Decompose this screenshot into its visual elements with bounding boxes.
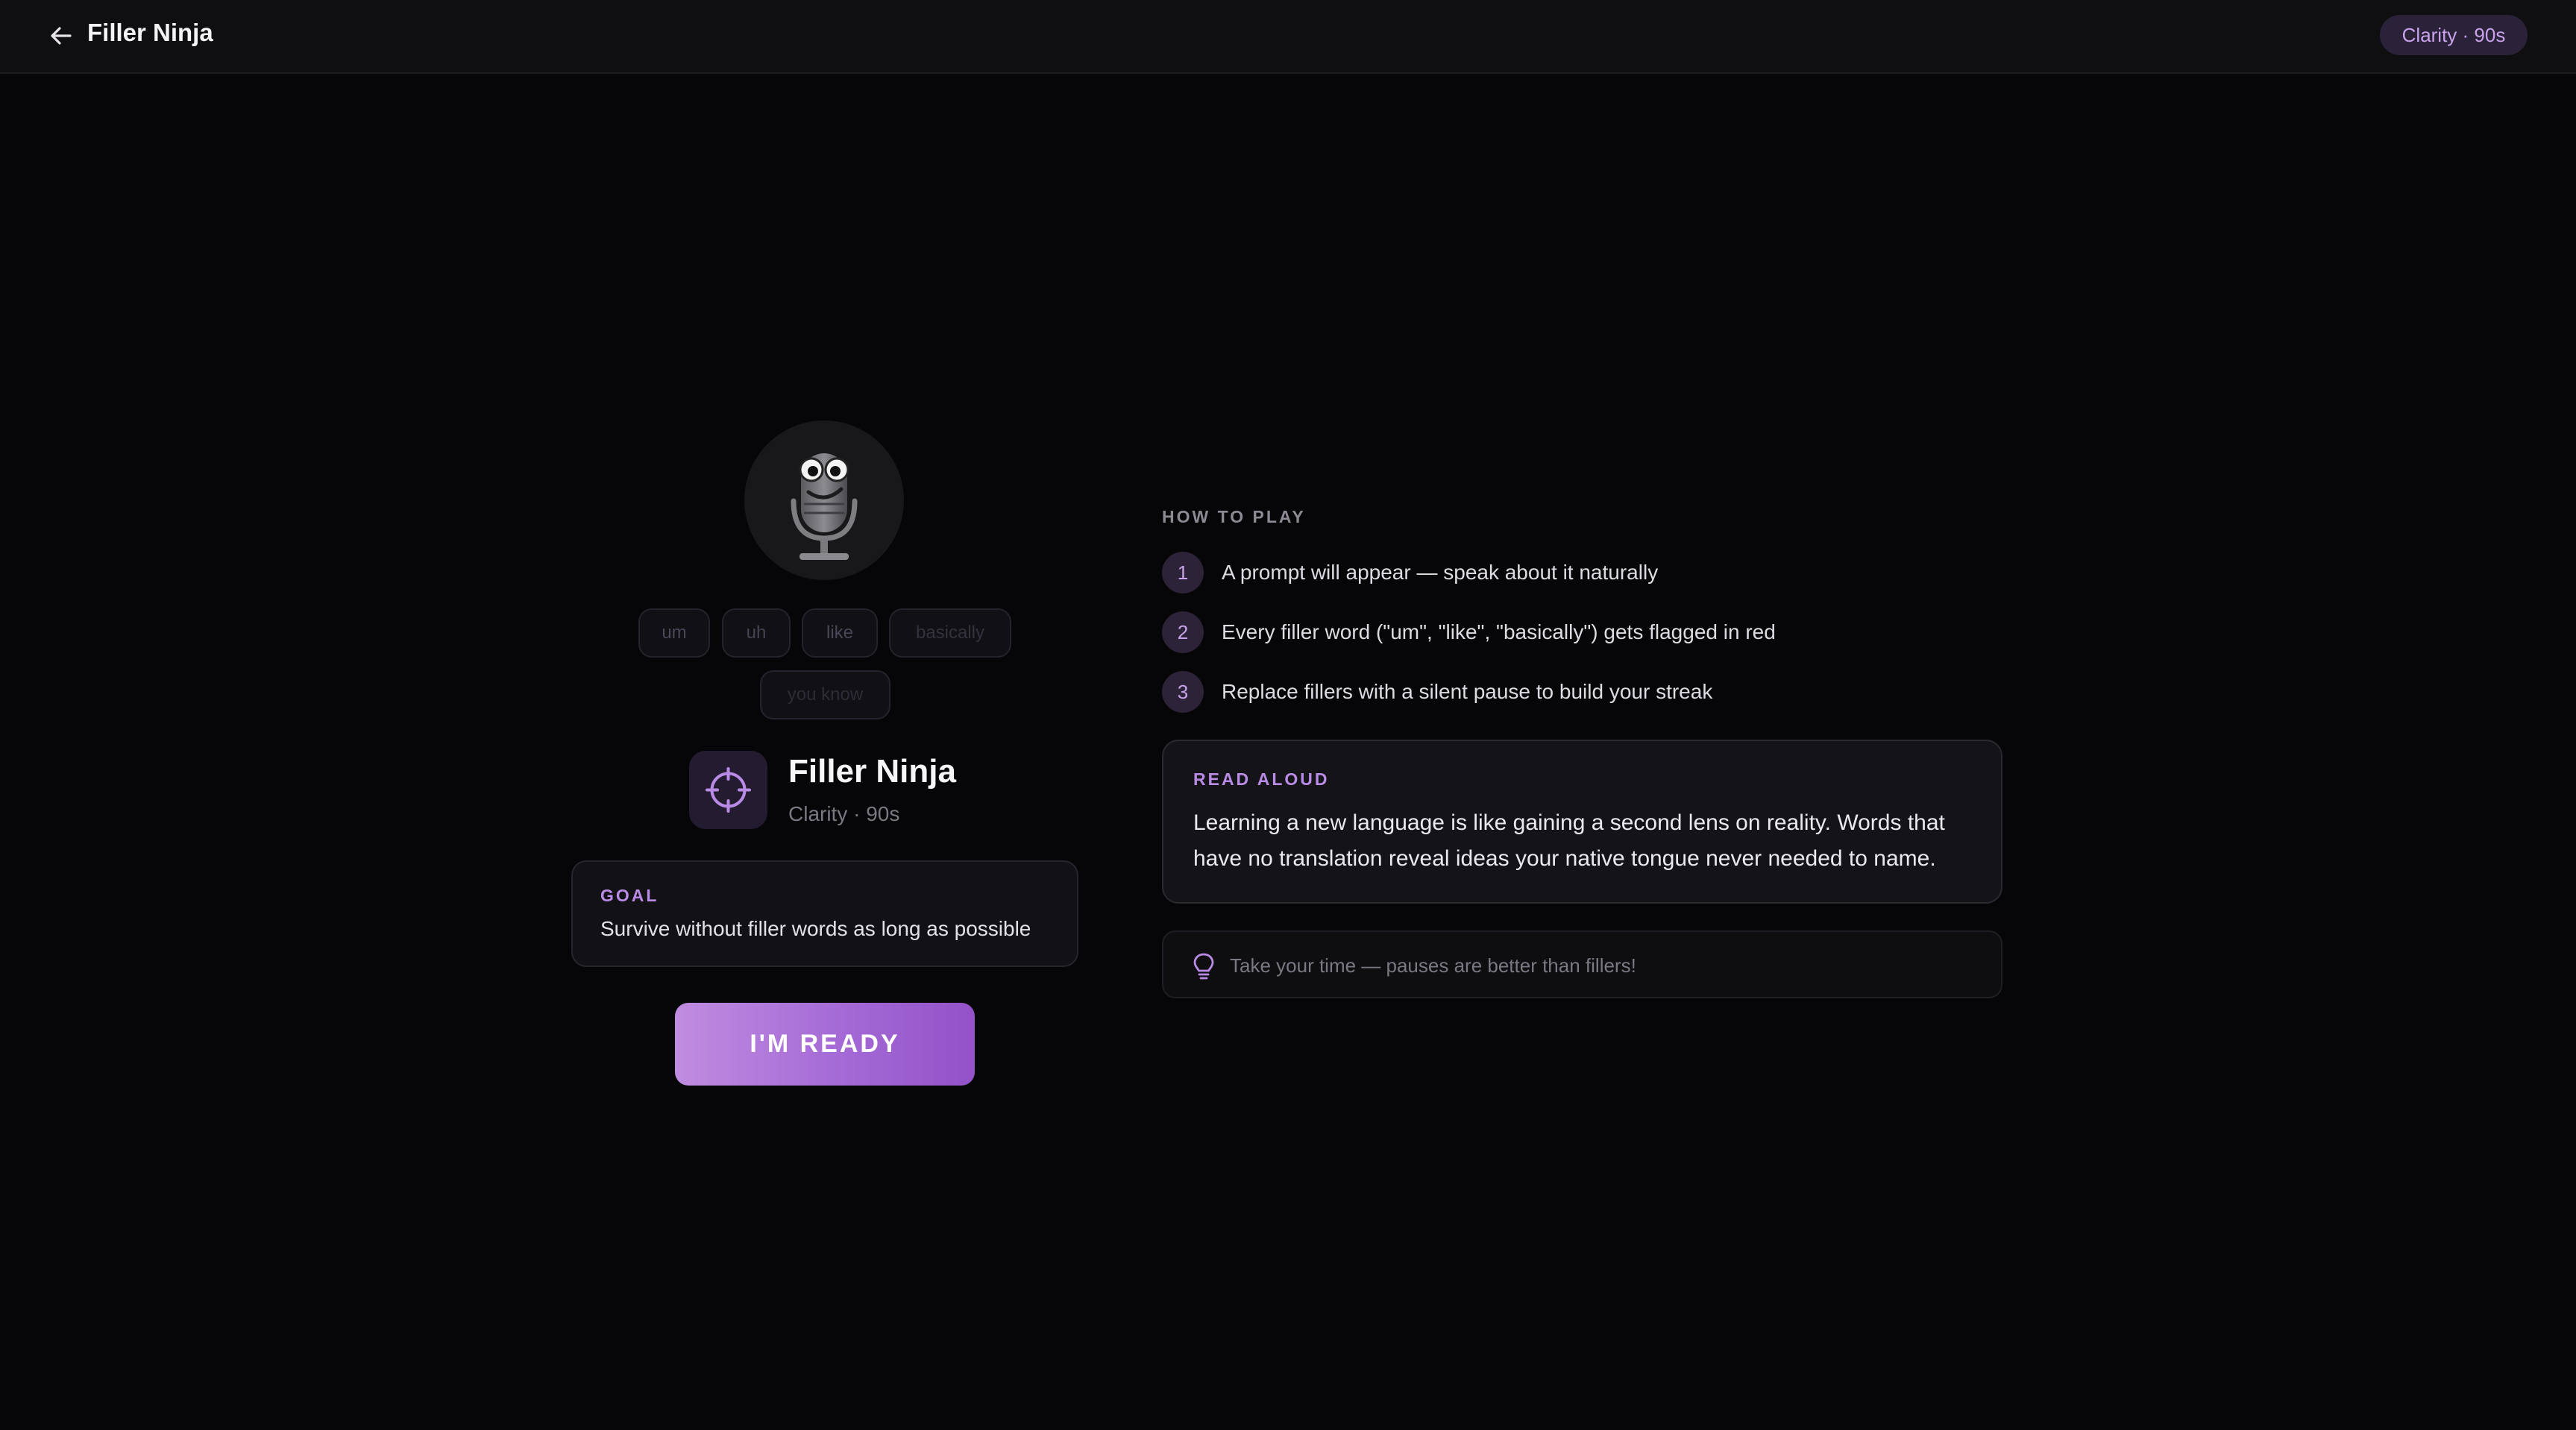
- filler-chip-basically[interactable]: basically: [889, 608, 1011, 658]
- game-meta: Clarity · 90s: [788, 802, 900, 825]
- step-text: A prompt will appear — speak about it na…: [1222, 561, 1659, 584]
- read-aloud-card: READ ALOUD Learning a new language is li…: [1162, 740, 2002, 904]
- step-text: Replace fillers with a silent pause to b…: [1222, 680, 1713, 703]
- goal-label: GOAL: [600, 886, 659, 905]
- filler-chip-you-know[interactable]: you know: [760, 670, 890, 719]
- step-number: 3: [1162, 671, 1204, 713]
- lightbulb-icon: [1193, 953, 1214, 980]
- mode-badge: Clarity · 90s: [2380, 15, 2528, 55]
- step-number: 1: [1162, 552, 1204, 593]
- back-button[interactable]: [45, 19, 78, 52]
- game-title: Filler Ninja: [788, 753, 956, 790]
- top-bar: Filler Ninja Clarity · 90s: [0, 0, 2576, 74]
- microphone-mascot-icon: [744, 421, 904, 580]
- read-aloud-label: READ ALOUD: [1193, 769, 1330, 789]
- tip-card: Take your time — pauses are better than …: [1162, 930, 2002, 998]
- goal-text: Survive without filler words as long as …: [600, 917, 1031, 940]
- filler-chip-um[interactable]: um: [638, 608, 710, 658]
- crosshair-icon: [689, 751, 767, 829]
- goal-card: GOAL Survive without filler words as lon…: [571, 860, 1078, 967]
- step-number: 2: [1162, 611, 1204, 653]
- app-title: Filler Ninja: [87, 19, 213, 46]
- filler-chip-uh[interactable]: uh: [722, 608, 791, 658]
- read-aloud-text: Learning a new language is like gaining …: [1193, 810, 1945, 871]
- tip-text: Take your time — pauses are better than …: [1230, 954, 1636, 977]
- arrow-left-icon: [51, 27, 72, 45]
- ready-button[interactable]: I'M READY: [675, 1003, 975, 1086]
- filler-chip-like[interactable]: like: [802, 608, 878, 658]
- how-to-play-heading: HOW TO PLAY: [1162, 507, 1306, 526]
- step-text: Every filler word ("um", "like", "basica…: [1222, 620, 1776, 643]
